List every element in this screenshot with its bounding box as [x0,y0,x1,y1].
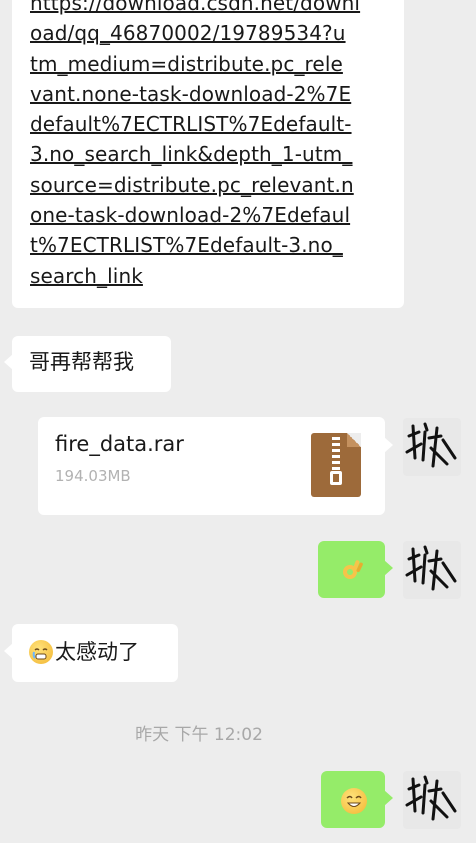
url-link[interactable]: https://download.csdn.net/downl oad/qq_4… [30,0,390,291]
message-timestamp: 昨天 下午 12:02 [135,725,263,745]
thanks-text: 太感动了 [55,640,139,664]
avatar[interactable] [403,771,461,829]
zip-file-icon [311,433,361,497]
url-message-bubble[interactable]: https://download.csdn.net/downl oad/qq_4… [12,0,404,308]
help-request-text: 哥再帮帮我 [29,350,134,374]
file-name: fire_data.rar [55,432,184,456]
crying-face-icon [29,640,53,664]
ok-emoji-bubble[interactable] [318,541,393,598]
file-message-card[interactable]: fire_data.rar 194.03MB [38,417,393,515]
smiling-face-icon [341,788,367,814]
file-size: 194.03MB [55,467,131,485]
thanks-message-bubble[interactable]: 太感动了 [4,624,178,682]
ok-hand-icon [340,558,364,582]
help-request-bubble[interactable]: 哥再帮帮我 [4,336,171,392]
avatar[interactable] [403,418,461,476]
avatar[interactable] [403,541,461,599]
smile-emoji-bubble[interactable] [321,771,393,828]
